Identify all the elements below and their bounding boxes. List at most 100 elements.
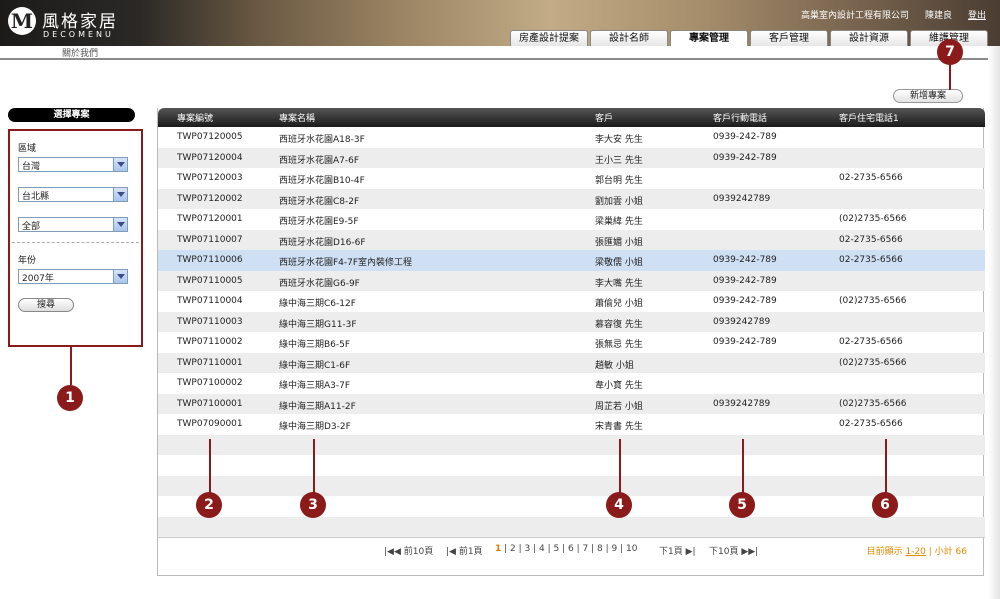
divider — [0, 58, 990, 60]
cell-project-id: TWP07120002 — [177, 193, 243, 204]
chevron-down-icon[interactable] — [113, 188, 127, 201]
page-separator: | — [617, 544, 627, 554]
table-row[interactable]: TWP07110003 綠中海三期G11-3F 慕容復 先生 0939242789 — [158, 311, 985, 332]
table-row[interactable] — [158, 434, 985, 455]
summary-prefix: 目前顯示 — [866, 547, 903, 557]
logo-name-cn: 風格家居 — [42, 12, 118, 32]
cell-project-name[interactable]: 西班牙水花園D16-6F — [279, 235, 366, 248]
prev-page[interactable]: |◀ 前1頁 — [446, 544, 483, 557]
logout-link[interactable]: 登出 — [968, 8, 986, 21]
cell-customer: 周芷若 小姐 — [595, 401, 643, 412]
table-row[interactable]: TWP07100002 綠中海三期A3-7F 韋小寶 先生 — [158, 373, 985, 394]
table-row[interactable]: TWP07110005 西班牙水花園G6-9F 李大嘴 先生 0939-242-789 — [158, 270, 985, 291]
column-header-mobile[interactable]: 客戶行動電話 — [713, 111, 767, 124]
cell-project-name[interactable]: 綠中海三期A3-7F — [279, 378, 350, 391]
table-row[interactable]: TWP07110007 西班牙水花園D16-6F 張匯媚 小姐 02-2735-656… — [158, 229, 985, 250]
cell-home-phone: 02-2735-6566 — [839, 234, 903, 245]
cell-project-id: TWP07110001 — [177, 357, 243, 368]
region-label: 區域 — [18, 144, 37, 154]
cell-project-id: TWP07120004 — [177, 152, 243, 163]
table-row[interactable] — [158, 496, 985, 517]
district-select[interactable]: 全部 — [18, 217, 128, 232]
search-button[interactable]: 搜尋 — [18, 298, 74, 312]
chevron-down-icon[interactable] — [113, 270, 127, 283]
year-select[interactable]: 2007年 — [18, 269, 128, 284]
page-link[interactable]: 10 — [626, 544, 637, 554]
region-select[interactable]: 台灣 — [18, 157, 128, 172]
cell-mobile: 0939-242-789 — [713, 296, 777, 306]
cell-customer: 張無忌 先生 — [595, 340, 643, 350]
next-page[interactable]: 下1頁 ▶| — [659, 544, 696, 557]
cell-project-name[interactable]: 綠中海三期D3-2F — [279, 419, 351, 432]
tab-project-management[interactable]: 專案管理 — [670, 30, 748, 46]
cell-project-name[interactable]: 綠中海三期G11-3F — [279, 317, 357, 330]
prev-10-pages[interactable]: |◀◀ 前10頁 — [384, 544, 433, 557]
page-separator: | — [573, 544, 583, 554]
prev-10-label: 前10頁 — [403, 547, 434, 557]
cell-project-name[interactable]: 西班牙水花園A7-6F — [279, 153, 359, 166]
summary-range[interactable]: 1-20 — [905, 547, 925, 557]
new-project-button[interactable]: 新增專案 — [893, 89, 963, 103]
callout-line — [949, 64, 951, 90]
cell-project-name[interactable]: 西班牙水花園B10-4F — [279, 173, 365, 186]
cell-mobile: 0939-242-789 — [713, 255, 777, 265]
column-header-project-id[interactable]: 專案編號 — [177, 111, 213, 124]
logo[interactable]: M 風格家居 DECOMENU — [8, 7, 158, 43]
table-row[interactable]: TWP07120002 西班牙水花園C8-2F 劉加雲 小姐 0939242789 — [158, 188, 985, 209]
city-select-value: 台北縣 — [22, 192, 50, 202]
column-header-home-phone[interactable]: 客戶住宅電話1 — [839, 111, 899, 124]
right-scroll-strip — [988, 46, 1000, 599]
cell-customer: 蕭偷兒 小姐 — [595, 299, 643, 309]
next-10-pages[interactable]: 下10頁 ▶▶| — [709, 544, 758, 557]
cell-customer: 梁敬儒 小姐 — [595, 258, 643, 268]
sub-bar: 關於我們 — [0, 46, 1000, 59]
cell-project-name[interactable]: 綠中海三期C1-6F — [279, 358, 350, 371]
callout-marker-2: 2 — [196, 492, 222, 518]
cell-project-name[interactable]: 西班牙水花園F4-7F室內裝修工程 — [279, 255, 412, 268]
chevron-down-icon[interactable] — [113, 218, 127, 231]
cell-project-name[interactable]: 綠中海三期A11-2F — [279, 399, 356, 412]
cell-mobile: 0939-242-789 — [713, 152, 777, 163]
cell-project-name[interactable]: 西班牙水花園E9-5F — [279, 214, 359, 227]
table-row[interactable] — [158, 475, 985, 496]
table-row[interactable]: TWP07110004 綠中海三期C6-12F 蕭偷兒 小姐 0939-242-789… — [158, 291, 985, 312]
cell-project-id: TWP07110006 — [177, 255, 243, 265]
callout-marker-6: 6 — [872, 492, 898, 518]
tab-designers[interactable]: 設計名師 — [590, 30, 668, 46]
logo-icon: M — [8, 7, 36, 35]
table-row[interactable]: TWP07120005 西班牙水花園A18-3F 李大安 先生 0939-242-78… — [158, 127, 985, 148]
cell-home-phone: 02-2735-6566 — [839, 255, 903, 265]
city-select[interactable]: 台北縣 — [18, 187, 128, 202]
tab-customer-management[interactable]: 客戶管理 — [750, 30, 828, 46]
callout-line — [313, 439, 315, 493]
page-numbers: 1 | 2 | 3 | 4 | 5 | 6 | 7 | 8 | 9 | 10 — [495, 544, 637, 554]
cell-project-name[interactable]: 西班牙水花園C8-2F — [279, 194, 359, 207]
cell-project-name[interactable]: 綠中海三期B6-5F — [279, 337, 350, 350]
page-separator: | — [588, 544, 598, 554]
cell-project-id: TWP07110003 — [177, 316, 243, 327]
table-row[interactable]: TWP07120004 西班牙水花園A7-6F 王小三 先生 0939-242-789 — [158, 147, 985, 168]
next-10-label: 下10頁 — [709, 547, 739, 557]
table-row[interactable]: TWP07100001 綠中海三期A11-2F 周芷若 小姐 0939242789 (0… — [158, 393, 985, 414]
callout-line — [70, 347, 72, 385]
tab-proposal[interactable]: 房產設計提案 — [510, 30, 588, 46]
table-row[interactable] — [158, 516, 985, 537]
table-row[interactable]: TWP07120001 西班牙水花園E9-5F 梁巢緯 先生 (02)2735-656… — [158, 209, 985, 230]
column-header-project-name[interactable]: 專案名稱 — [279, 111, 315, 124]
cell-project-name[interactable]: 西班牙水花園G6-9F — [279, 276, 360, 289]
table-row[interactable]: TWP07110002 綠中海三期B6-5F 張無忌 先生 0939-242-789 0… — [158, 332, 985, 353]
cell-project-id: TWP07100001 — [177, 398, 243, 409]
cell-project-name[interactable]: 西班牙水花園A18-3F — [279, 132, 365, 145]
cell-customer: 李大嘴 先生 — [595, 278, 643, 289]
table-row[interactable]: TWP07120003 西班牙水花園B10-4F 郭台明 先生 02-2735-656… — [158, 168, 985, 189]
table-row[interactable]: TWP07110006 西班牙水花園F4-7F室內裝修工程 梁敬儒 小姐 0939-2… — [158, 250, 985, 271]
column-header-customer[interactable]: 客戶 — [595, 111, 613, 124]
table-row[interactable] — [158, 455, 985, 476]
table-row[interactable]: TWP07110001 綠中海三期C1-6F 趙敏 小姐 (02)2735-6566 — [158, 352, 985, 373]
chevron-down-icon[interactable] — [113, 158, 127, 171]
cell-project-id: TWP07120003 — [177, 173, 243, 183]
tab-design-resources[interactable]: 設計資源 — [830, 30, 908, 46]
cell-project-name[interactable]: 綠中海三期C6-12F — [279, 296, 356, 309]
main-tabs: 房產設計提案 設計名師 專案管理 客戶管理 設計資源 維護管理 — [510, 30, 988, 46]
table-row[interactable]: TWP07090001 綠中海三期D3-2F 宋青書 先生 02-2735-6566 — [158, 414, 985, 435]
